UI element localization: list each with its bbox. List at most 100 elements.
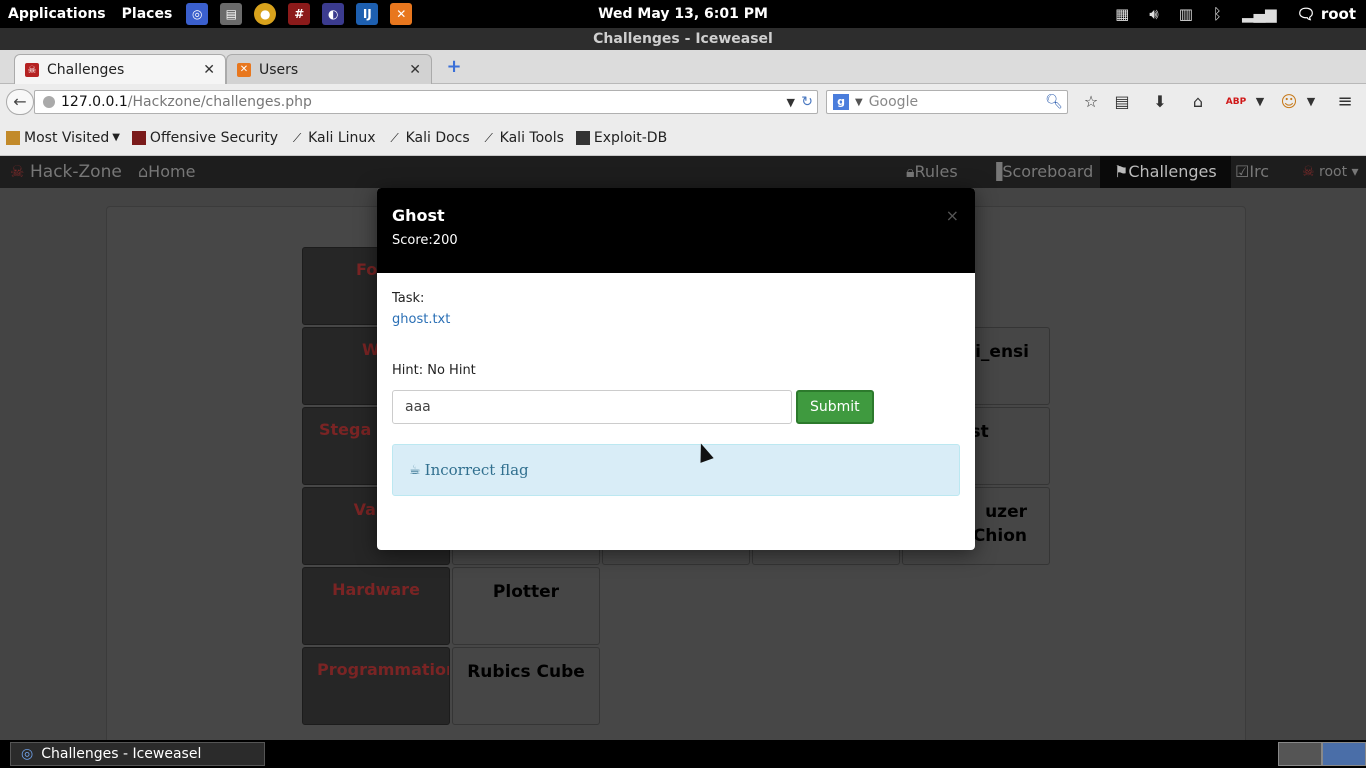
site-navbar: ☠ Hack-Zone ⌂Home 🔒︎Rules ▐Scoreboard ⚑C… — [0, 156, 1366, 188]
task-label: Task: — [392, 291, 425, 306]
iceweasel-launcher-icon[interactable]: ◎ — [186, 3, 209, 25]
modal-body: Task: ghost.txt Hint: No Hint Submit ☕︎ … — [377, 273, 975, 514]
hamburger-menu-icon[interactable]: ≡ — [1334, 92, 1356, 112]
flag-icon: ⚑ — [1114, 162, 1129, 181]
intellij-launcher-icon[interactable]: IJ — [356, 3, 379, 25]
bottom-taskbar: ◎ Challenges - Iceweasel — [0, 740, 1366, 768]
bookmark-kali-tools[interactable]: ⟋ Kali Tools — [482, 130, 563, 146]
chrome-launcher-icon[interactable]: ● — [254, 3, 277, 25]
workspace-1[interactable] — [1278, 742, 1322, 766]
modal-title: Ghost — [392, 206, 445, 225]
taskbar-window-label: Challenges - Iceweasel — [41, 746, 202, 762]
nav-irc[interactable]: ☑Irc — [1235, 156, 1269, 188]
top-panel: Applications Places ◎ ▤ ● # ◐ IJ ✕ Wed M… — [0, 0, 1366, 28]
search-bar[interactable]: g ▼ Google 🔍︎ — [826, 90, 1068, 114]
bookmark-offensive-security[interactable]: Offensive Security — [131, 130, 278, 146]
window-title: Challenges - Iceweasel — [0, 28, 1366, 50]
challenge-name: Rubics Cube — [467, 662, 585, 682]
score-label: Score: — [392, 233, 433, 248]
challenge-cell[interactable]: Plotter — [452, 567, 600, 645]
tab-challenges[interactable]: ☠ Challenges ✕ — [14, 54, 226, 85]
flag-input[interactable] — [392, 390, 792, 424]
signal-icon[interactable]: ▂▄▆ — [1242, 5, 1277, 23]
applications-menu[interactable]: Applications — [0, 0, 114, 28]
modal-header: Ghost Score: 200 × — [377, 188, 975, 273]
category-programmation[interactable]: Programmation — [302, 647, 450, 725]
alert-message: Incorrect flag — [424, 461, 529, 479]
close-tab-icon[interactable]: ✕ — [203, 62, 215, 78]
category-label: Hardware — [332, 580, 420, 599]
challenge-name: uzer Chion — [972, 502, 1027, 546]
greasemonkey-dropdown-icon[interactable]: ▼ — [1300, 92, 1322, 112]
hint-value: No Hint — [427, 363, 476, 378]
site-brand[interactable]: Hack-Zone — [30, 156, 122, 188]
clipboard-icon[interactable]: ▥ — [1179, 5, 1193, 23]
terminal-launcher-icon[interactable]: # — [288, 3, 311, 25]
search-icon[interactable]: 🔍︎ — [1045, 94, 1063, 110]
bookmark-label: Most Visited — [24, 129, 110, 146]
close-icon[interactable]: × — [946, 206, 959, 225]
kali-dragon-icon: ⟋ — [292, 130, 302, 145]
home-icon[interactable]: ⌂ — [1187, 92, 1209, 112]
adblock-dropdown-icon[interactable]: ▼ — [1249, 92, 1271, 112]
url-path: /Hackzone/challenges.php — [127, 94, 312, 110]
taskbar-window-button[interactable]: ◎ Challenges - Iceweasel — [10, 742, 265, 766]
volume-icon[interactable]: 🔊︎ — [1149, 5, 1158, 23]
bookmark-exploit-db[interactable]: Exploit-DB — [575, 129, 668, 146]
nav-rules[interactable]: 🔒︎Rules — [906, 156, 958, 188]
new-tab-button[interactable]: + — [444, 58, 464, 78]
greasemonkey-icon[interactable]: ☺ — [1278, 92, 1300, 112]
eclipse-launcher-icon[interactable]: ◐ — [322, 3, 345, 25]
bookmark-kali-linux[interactable]: ⟋ Kali Linux — [290, 129, 376, 146]
bar-chart-icon: ▐ — [990, 162, 1003, 181]
bookmark-most-visited[interactable]: Most Visited ▼ — [6, 130, 120, 146]
tab-users[interactable]: ✕ Users ✕ — [226, 54, 432, 84]
nav-challenges[interactable]: ⚑Challenges — [1100, 156, 1231, 188]
task-file-link[interactable]: ghost.txt — [392, 312, 960, 327]
engine-dropdown-icon[interactable]: ▼ — [855, 97, 863, 108]
workspace-2[interactable] — [1322, 742, 1366, 766]
bookmark-star-icon[interactable]: ☆ — [1080, 92, 1102, 112]
bluetooth-icon[interactable]: ᛒ — [1213, 5, 1222, 23]
navigation-bar: ← 127.0.0.1/Hackzone/challenges.php ▼ ↻ … — [0, 84, 1366, 120]
offsec-icon — [131, 130, 146, 145]
hackzone-logo-icon: ☠ — [10, 162, 25, 181]
tab-bar: ☠ Challenges ✕ ✕ Users ✕ + — [0, 50, 1366, 85]
reading-list-icon[interactable]: ▤ — [1111, 92, 1133, 112]
reload-icon[interactable]: ↻ — [801, 94, 813, 110]
files-launcher-icon[interactable]: ▤ — [220, 3, 243, 25]
incorrect-flag-alert: ☕︎ Incorrect flag — [392, 444, 960, 496]
clock[interactable]: Wed May 13, 6:01 PM — [598, 6, 768, 22]
url-host: 127.0.0.1 — [61, 94, 128, 110]
bookmark-kali-docs[interactable]: ⟋ Kali Docs — [388, 130, 469, 146]
bookmark-label: Kali Linux — [308, 129, 376, 146]
category-label: Programmation — [317, 660, 450, 679]
globe-icon — [43, 96, 55, 108]
close-tab-icon[interactable]: ✕ — [409, 62, 421, 78]
xampp-launcher-icon[interactable]: ✕ — [390, 3, 413, 25]
check-icon: ☑ — [1235, 162, 1250, 181]
back-button[interactable]: ← — [6, 89, 34, 115]
downloads-icon[interactable]: ⬇ — [1149, 92, 1171, 112]
hackzone-favicon-icon: ☠ — [25, 63, 39, 77]
submit-button[interactable]: Submit — [796, 390, 874, 424]
search-engine-icon[interactable]: g — [827, 91, 855, 113]
network-manager-icon[interactable]: ▦ — [1115, 5, 1129, 23]
url-bar[interactable]: 127.0.0.1/Hackzone/challenges.php ▼ ↻ — [34, 90, 818, 114]
nav-home[interactable]: ⌂Home — [138, 156, 195, 188]
nav-user-menu[interactable]: ☠ root ▾ — [1302, 156, 1359, 188]
nav-rules-label: Rules — [914, 162, 958, 181]
lock-icon: 🔒︎ — [906, 162, 915, 181]
adblock-icon[interactable]: ABP — [1225, 92, 1247, 112]
history-dropdown-icon[interactable]: ▼ — [787, 96, 795, 109]
bookmark-label: Exploit-DB — [593, 129, 668, 146]
nav-scoreboard[interactable]: ▐Scoreboard — [990, 156, 1093, 188]
iceweasel-icon: ◎ — [21, 746, 34, 762]
search-input[interactable]: Google — [869, 94, 918, 110]
nav-challenges-label: Challenges — [1128, 162, 1217, 181]
challenge-cell[interactable]: Rubics Cube — [452, 647, 600, 725]
category-hardware[interactable]: Hardware — [302, 567, 450, 645]
user-menu[interactable]: 🗨︎ root — [1297, 5, 1356, 23]
places-menu[interactable]: Places — [114, 0, 181, 28]
kali-dragon-icon: ⟋ — [390, 130, 399, 145]
